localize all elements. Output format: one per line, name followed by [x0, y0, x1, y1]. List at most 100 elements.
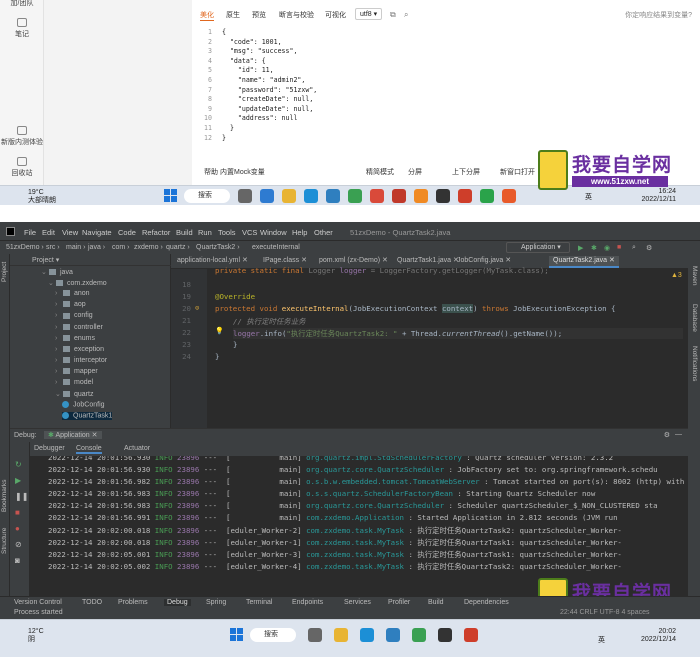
breadcrumb-7[interactable]: QuartzTask2 ›	[196, 244, 240, 251]
maven-tool-tab[interactable]: Maven	[691, 266, 698, 286]
editor-tab-3[interactable]: QuartzTask1.java ✕	[397, 256, 459, 264]
editor-tab-1[interactable]: IPage.class ✕	[263, 256, 307, 264]
windows-start-icon[interactable]	[230, 628, 244, 642]
editor-tab-5[interactable]: QuartzTask2.java ✕	[549, 256, 619, 268]
structure-tool-tab[interactable]: Structure	[1, 528, 8, 554]
expand-arrow-icon[interactable]: ›	[55, 312, 63, 319]
intellij-icon[interactable]	[438, 628, 452, 642]
tool-todo[interactable]: TODO	[82, 599, 102, 606]
run-config-select[interactable]: Application ▾	[506, 242, 570, 253]
status-position[interactable]: 22:44 CRLF UTF-8 4 spaces	[560, 609, 649, 616]
run-icon[interactable]: ▶	[578, 244, 583, 252]
tab-assert[interactable]: 断言与校验	[279, 10, 314, 20]
expand-arrow-icon[interactable]: ›	[55, 324, 63, 331]
system-clock[interactable]: 20:02 2022/12/14	[630, 628, 676, 644]
breakpoints-icon[interactable]: ●	[15, 524, 20, 533]
windows-start-icon[interactable]	[164, 189, 178, 203]
menu-other[interactable]: Other	[314, 228, 333, 237]
menu-vcs[interactable]: VCS	[242, 228, 257, 237]
bulb-icon[interactable]: 💡	[215, 327, 224, 335]
tool-services[interactable]: Services	[344, 599, 371, 606]
tool-problems[interactable]: Problems	[118, 599, 148, 606]
tool-build[interactable]: Build	[428, 599, 444, 606]
app-icon-orange2[interactable]	[502, 189, 516, 203]
warnings-indicator[interactable]: ▲3	[671, 272, 682, 279]
expand-arrow-icon[interactable]: ⌄	[48, 279, 56, 287]
app-icon-red2[interactable]	[392, 189, 406, 203]
breadcrumb-4[interactable]: com ›	[112, 244, 130, 251]
tree-item-com.zxdemo[interactable]: ⌄ com.zxdemo	[48, 279, 107, 287]
expand-arrow-icon[interactable]: ⌄	[55, 390, 63, 398]
debug-stop-icon[interactable]: ■	[15, 508, 20, 517]
tree-item-anon[interactable]: › anon	[55, 290, 90, 297]
tree-item-aop[interactable]: › aop	[55, 301, 86, 308]
edge-icon[interactable]	[360, 628, 374, 642]
file-explorer-icon[interactable]	[334, 628, 348, 642]
task-view-icon[interactable]	[238, 189, 252, 203]
split-link[interactable]: 分屏	[408, 167, 422, 177]
override-gutter-icon[interactable]: ⊙	[195, 304, 199, 312]
expand-arrow-icon[interactable]: ›	[55, 346, 63, 353]
tool-version-control[interactable]: Version Control	[14, 599, 62, 606]
encoding-select[interactable]: utf8 ▾	[355, 8, 383, 20]
editor-tab-2[interactable]: pom.xml (zx-Demo) ✕	[319, 256, 388, 264]
tab-raw[interactable]: 原生	[226, 10, 240, 20]
breadcrumb-6[interactable]: quartz ›	[166, 244, 190, 251]
tab-debugger[interactable]: Debugger	[34, 445, 65, 452]
chrome-icon[interactable]	[412, 628, 426, 642]
app-icon-postman[interactable]	[458, 189, 472, 203]
tool-debug[interactable]: Debug	[164, 599, 191, 606]
help-link[interactable]: 帮助	[204, 167, 218, 177]
taskbar-search[interactable]: 搜索	[250, 628, 296, 642]
expand-arrow-icon[interactable]: ›	[55, 357, 63, 364]
menu-code[interactable]: Code	[118, 228, 136, 237]
store-icon[interactable]	[386, 628, 400, 642]
ime-indicator[interactable]: 英	[598, 635, 605, 645]
camera-icon[interactable]: ◙	[15, 556, 20, 565]
mock-vars-link[interactable]: 内置Mock变量	[220, 167, 265, 177]
weather-widget[interactable]: 12°C 阴	[28, 628, 44, 644]
breadcrumb-2[interactable]: main ›	[66, 244, 85, 251]
menu-view[interactable]: View	[62, 228, 78, 237]
tool-profiler[interactable]: Profiler	[388, 599, 410, 606]
sidebar-item-notes[interactable]: 笔记	[0, 18, 44, 39]
editor-tab-4[interactable]: JobConfig.java ✕	[457, 256, 511, 264]
mute-breakpoints-icon[interactable]: ⊘	[15, 540, 22, 549]
extract-to-variable-link[interactable]: 你定响应结果到变量?	[625, 10, 692, 20]
pause-icon[interactable]: ❚❚	[15, 492, 28, 501]
menu-refactor[interactable]: Refactor	[142, 228, 170, 237]
store-icon[interactable]	[326, 189, 340, 203]
tree-item-model[interactable]: › model	[55, 379, 93, 386]
notifications-tool-tab[interactable]: Notifications	[691, 346, 698, 381]
menu-tools[interactable]: Tools	[218, 228, 236, 237]
editor-tab-0[interactable]: application-local.yml ✕	[177, 256, 248, 264]
menu-edit[interactable]: Edit	[42, 228, 55, 237]
code-editor[interactable]: 18 19 20 21 22 23 24 ▲3 private static final L…	[171, 266, 688, 428]
tree-item-quartztask1[interactable]: QuartzTask1	[62, 412, 113, 420]
coverage-icon[interactable]: ◉	[604, 244, 610, 252]
file-explorer-icon[interactable]	[282, 189, 296, 203]
breadcrumb-3[interactable]: java ›	[88, 244, 105, 251]
tool-terminal[interactable]: Terminal	[246, 599, 272, 606]
console-output[interactable]: 2022-12-14 20:01:56.930 INFO 23896 --- […	[30, 456, 688, 596]
tab-pretty[interactable]: 美化	[200, 10, 214, 21]
tab-preview[interactable]: 预览	[252, 10, 266, 20]
menu-file[interactable]: File	[24, 228, 36, 237]
expand-arrow-icon[interactable]: ›	[55, 301, 63, 308]
task-view-icon[interactable]	[308, 628, 322, 642]
project-panel-header[interactable]: Project ▾	[10, 254, 171, 266]
rerun-icon[interactable]: ↻	[15, 460, 22, 469]
bookmarks-tool-tab[interactable]: Bookmarks	[1, 479, 8, 512]
tool-dependencies[interactable]: Dependencies	[464, 599, 509, 606]
app-icon-postman[interactable]	[464, 628, 478, 642]
edge-icon[interactable]	[304, 189, 318, 203]
debug-session-tab[interactable]: ✱ Application ✕	[44, 431, 102, 439]
tree-item-exception[interactable]: › exception	[55, 346, 104, 353]
expand-arrow-icon[interactable]: ›	[55, 379, 63, 386]
menu-window[interactable]: Window	[260, 228, 287, 237]
breadcrumb-1[interactable]: src ›	[46, 244, 60, 251]
debug-icon[interactable]: ✱	[591, 244, 597, 252]
menu-help[interactable]: Help	[292, 228, 307, 237]
breadcrumb-0[interactable]: 51zxDemo ›	[6, 244, 44, 251]
tool-endpoints[interactable]: Endpoints	[292, 599, 323, 606]
